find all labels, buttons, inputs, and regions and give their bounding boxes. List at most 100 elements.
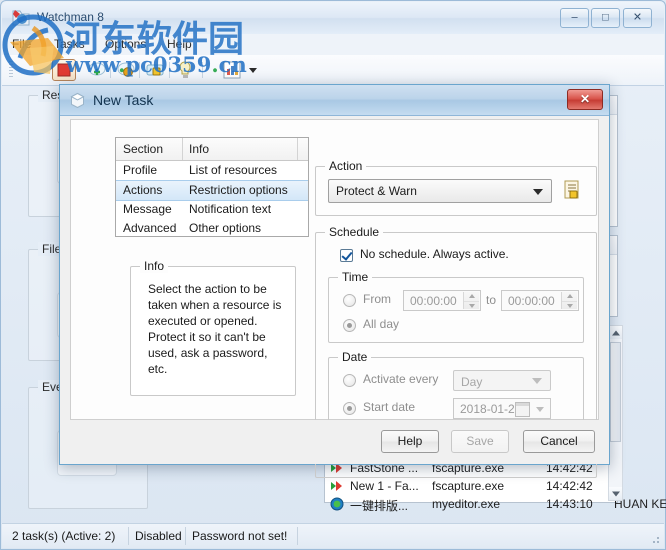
spin-down-button[interactable] — [464, 300, 479, 311]
sections-row-message[interactable]: Message Notification text — [116, 200, 308, 219]
report-chart-icon[interactable] — [221, 60, 243, 80]
time-to-spinner[interactable]: 00:00:00 — [501, 290, 579, 311]
info-line-2: taken when a resource is — [148, 298, 282, 312]
time-all-day-label[interactable]: All day — [363, 317, 399, 331]
spin-up-button[interactable] — [464, 292, 479, 301]
col-divider[interactable] — [182, 138, 183, 160]
status-state: Disabled — [135, 529, 182, 543]
toolbar-separator-4 — [202, 62, 203, 78]
menu-item-tasks[interactable]: Tasks — [54, 37, 85, 51]
bulb-task-icon[interactable] — [174, 60, 196, 80]
save-button: Save — [451, 430, 509, 453]
file-time: 14:43:10 — [546, 497, 593, 511]
date-groupbox-label: Date — [338, 350, 372, 364]
chevron-up-icon — [611, 330, 620, 335]
chevron-down-icon[interactable] — [536, 407, 544, 412]
sections-table[interactable]: Section Info Profile List of resources A… — [115, 137, 309, 237]
toolbar-separator — [110, 62, 111, 78]
date-activate-every-radio[interactable] — [343, 374, 356, 387]
cancel-button[interactable]: Cancel — [523, 430, 595, 453]
time-groupbox: Time From 00:00:00 to 00:00:00 All day — [328, 270, 584, 343]
faststone-icon — [331, 481, 342, 491]
chevron-down-icon — [611, 491, 620, 496]
window-close-button[interactable]: ✕ — [623, 8, 652, 28]
no-schedule-label[interactable]: No schedule. Always active. — [360, 247, 509, 261]
chevron-down-icon — [533, 189, 543, 195]
edit-action-icon[interactable] — [562, 179, 582, 201]
list-vertical-scrollbar[interactable] — [608, 325, 623, 501]
scrollbar-thumb[interactable] — [610, 342, 621, 442]
dialog-titlebar: New Task ✕ — [60, 85, 609, 116]
menu-item-help[interactable]: Help — [167, 37, 192, 51]
close-icon: ✕ — [632, 11, 643, 24]
lock-task-icon[interactable] — [144, 60, 166, 80]
date-activate-every-label[interactable]: Activate every — [363, 372, 438, 386]
section-name: Actions — [123, 183, 163, 197]
col-divider-right[interactable] — [297, 138, 298, 160]
table-row[interactable]: 一键排版... myeditor.exe 14:43:10 HUAN KEYI … — [324, 495, 666, 513]
toolbar-grip[interactable] — [9, 61, 13, 79]
help-button[interactable]: Help — [381, 430, 439, 453]
info-task-icon[interactable]: i — [115, 60, 137, 80]
time-from-spin-buttons[interactable] — [463, 292, 479, 309]
date-start-date-label[interactable]: Start date — [363, 400, 415, 414]
new-task-dialog: New Task ✕ Section Info Profile List of … — [59, 84, 610, 478]
section-info: List of resources — [189, 163, 278, 177]
start-date-field[interactable]: 2018-01-23 — [453, 398, 551, 419]
action-groupbox: Action Protect & Warn — [315, 159, 597, 216]
resize-grip[interactable] — [649, 533, 661, 545]
info-line-3: executed or opened. — [148, 314, 258, 328]
chevron-up-icon — [566, 294, 573, 299]
toolbar: i — [2, 55, 664, 86]
date-start-date-radio[interactable] — [343, 402, 356, 415]
chevron-down-icon — [532, 378, 542, 384]
start-date-value: 2018-01-23 — [460, 402, 522, 416]
sections-row-advanced[interactable]: Advanced Other options — [116, 219, 308, 238]
time-to-spin-buttons[interactable] — [561, 292, 577, 309]
activate-every-value: Day — [461, 375, 483, 389]
section-info: Restriction options — [189, 183, 288, 197]
no-schedule-checkbox[interactable] — [340, 249, 353, 262]
section-name: Profile — [123, 163, 158, 177]
dialog-close-button[interactable]: ✕ — [567, 89, 603, 110]
table-row[interactable]: New 1 - Fa... fscapture.exe 14:42:42 — [324, 477, 600, 495]
menu-bar: File Tasks Options Help — [2, 34, 664, 55]
action-groupbox-label: Action — [325, 159, 367, 173]
spin-down-button[interactable] — [562, 300, 577, 311]
chevron-up-icon — [468, 294, 475, 299]
spin-up-button[interactable] — [562, 292, 577, 301]
toolbar-overflow-chevron-icon[interactable] — [247, 60, 259, 80]
time-groupbox-label: Time — [338, 270, 373, 284]
add-task-icon[interactable] — [86, 60, 108, 80]
schedule-groupbox-label: Schedule — [325, 225, 384, 239]
window-maximize-button[interactable]: □ — [591, 8, 620, 28]
status-divider-3 — [297, 527, 298, 545]
action-select[interactable]: Protect & Warn — [328, 179, 552, 203]
scroll-down-button[interactable] — [609, 487, 622, 500]
menu-item-options[interactable]: Options — [105, 37, 146, 51]
app-shield-icon — [12, 10, 30, 26]
time-from-radio[interactable] — [343, 294, 356, 307]
activate-every-select[interactable]: Day — [453, 370, 551, 391]
calendar-icon[interactable] — [515, 402, 530, 417]
chevron-down-icon — [566, 303, 573, 308]
info-groupbox: Info Select the action to be taken when … — [130, 259, 296, 396]
stop-record-icon[interactable] — [53, 60, 75, 80]
section-name: Advanced — [123, 221, 177, 235]
status-divider-1 — [128, 527, 129, 545]
sections-row-actions[interactable]: Actions Restriction options — [116, 180, 308, 201]
time-from-spinner[interactable]: 00:00:00 — [403, 290, 481, 311]
sections-row-profile[interactable]: Profile List of resources — [116, 161, 308, 180]
menu-item-file[interactable]: File — [12, 37, 31, 51]
info-line-5: used, ask a password, etc. — [148, 346, 268, 376]
time-all-day-radio[interactable] — [343, 319, 356, 332]
time-from-label[interactable]: From — [363, 292, 391, 306]
maximize-icon: □ — [602, 11, 609, 24]
window-titlebar: Watchman 8 – □ ✕ — [2, 2, 664, 34]
scroll-up-button[interactable] — [609, 326, 622, 339]
toolbar-separator-3 — [169, 62, 170, 78]
time-from-value: 00:00:00 — [410, 294, 457, 308]
window-minimize-button[interactable]: – — [560, 8, 589, 28]
status-bar: 2 task(s) (Active: 2) Disabled Password … — [2, 523, 664, 548]
window-title: Watchman 8 — [37, 10, 104, 24]
